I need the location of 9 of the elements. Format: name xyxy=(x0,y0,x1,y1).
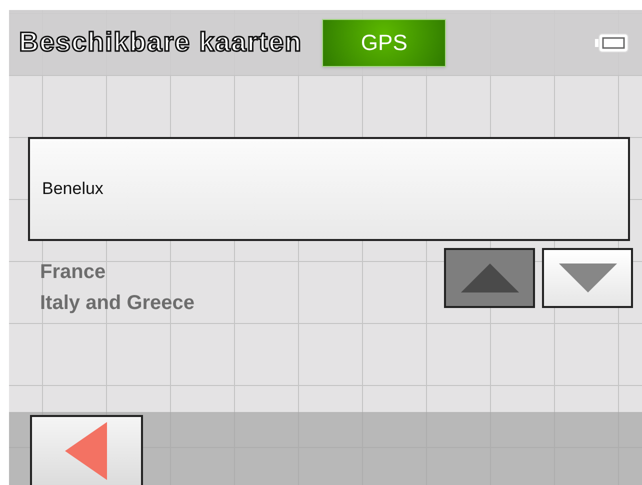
back-button[interactable] xyxy=(30,415,143,485)
map-list-item[interactable]: France xyxy=(40,260,195,285)
scroll-down-button[interactable] xyxy=(542,248,633,308)
map-list-item[interactable]: Italy and Greece xyxy=(40,291,195,316)
battery-icon xyxy=(594,32,630,54)
gps-badge: GPS xyxy=(322,18,446,66)
map-list-item[interactable]: Benelux xyxy=(28,137,630,241)
screen-title: Beschikbare kaarten xyxy=(19,26,302,60)
left-triangle-icon xyxy=(64,422,108,480)
